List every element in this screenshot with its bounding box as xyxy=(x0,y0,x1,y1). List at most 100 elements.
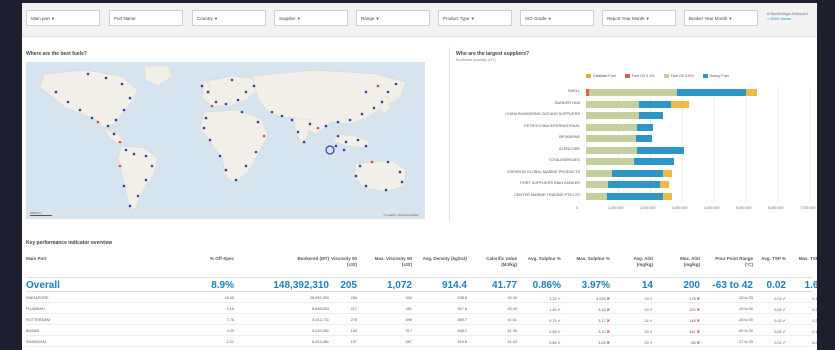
filter-country[interactable]: Country ▼ xyxy=(192,10,266,26)
column-header[interactable]: Avg. TSP % xyxy=(756,256,786,262)
port-marker[interactable] xyxy=(124,148,128,152)
bar-segment[interactable] xyxy=(611,169,663,177)
port-marker[interactable] xyxy=(128,96,132,100)
filter-main-port[interactable]: Main port ▼ xyxy=(26,10,100,26)
table-row[interactable]: BUSAN 4.09 8,110,081 184 917 948.1 41.35 0.69 ✔… xyxy=(26,326,817,336)
port-marker[interactable] xyxy=(128,204,132,208)
table-row[interactable]: SINGAPORE 18.45 28,993,390 284 934 938.8 40.40… xyxy=(26,293,817,303)
bar-segment[interactable] xyxy=(637,146,684,154)
port-marker[interactable] xyxy=(364,90,368,94)
bar-segment[interactable] xyxy=(659,181,669,189)
port-marker[interactable] xyxy=(336,134,340,138)
port-marker[interactable] xyxy=(364,144,368,148)
port-marker[interactable] xyxy=(370,160,374,164)
port-marker[interactable] xyxy=(280,114,284,118)
port-marker[interactable] xyxy=(358,164,362,168)
port-marker[interactable] xyxy=(104,76,108,80)
port-marker[interactable] xyxy=(240,110,244,114)
port-marker[interactable] xyxy=(356,138,360,142)
bar-segment[interactable] xyxy=(670,100,690,108)
bar-segment[interactable] xyxy=(586,123,638,131)
port-marker[interactable] xyxy=(376,84,380,88)
port-marker[interactable] xyxy=(234,178,238,182)
port-marker[interactable] xyxy=(400,180,404,184)
bar-segment[interactable] xyxy=(606,192,663,200)
port-marker[interactable] xyxy=(244,90,248,94)
column-header[interactable]: Max. TSP % xyxy=(798,256,817,262)
port-marker[interactable] xyxy=(290,118,294,122)
kpi-overall-row[interactable]: Overall 8.9% 148,392,310 205 1,072 914.4 41.77… xyxy=(26,279,817,292)
port-marker[interactable] xyxy=(336,120,340,124)
filter-report-year-month[interactable]: Report Year Month ▼ xyxy=(602,10,676,26)
filter-supplier[interactable]: Supplier ▼ xyxy=(274,10,348,26)
column-header[interactable]: Avg. Sulphur % xyxy=(523,256,561,262)
bar-segment[interactable] xyxy=(638,112,663,120)
bar-segment[interactable] xyxy=(586,192,607,200)
port-marker[interactable] xyxy=(206,90,210,94)
port-marker[interactable] xyxy=(210,104,214,108)
port-marker[interactable] xyxy=(224,168,228,172)
filter-port-name[interactable]: Port Name xyxy=(109,10,183,26)
port-marker[interactable] xyxy=(136,194,140,198)
port-marker[interactable] xyxy=(106,124,110,128)
column-header[interactable]: Max. Sulphur % xyxy=(572,256,610,262)
port-marker[interactable] xyxy=(348,118,352,122)
port-marker[interactable] xyxy=(354,174,358,178)
port-marker[interactable] xyxy=(342,148,346,152)
bar-segment[interactable] xyxy=(586,169,612,177)
world-map[interactable]: 2000 km © Leaflet | OpenStreetMap xyxy=(26,62,425,219)
port-marker[interactable] xyxy=(386,90,390,94)
column-header[interactable]: Calorific value (MJ/kg) xyxy=(473,256,517,268)
column-header[interactable]: Max. AlSi (mg/kg) xyxy=(664,256,700,268)
port-marker[interactable] xyxy=(122,108,126,112)
port-marker[interactable] xyxy=(114,118,118,122)
bar-segment[interactable] xyxy=(662,169,673,177)
column-header[interactable]: Max. Viscosity 50 (cSt) xyxy=(366,256,412,268)
column-header[interactable]: Main Port xyxy=(26,256,126,262)
port-marker[interactable] xyxy=(112,132,116,136)
port-marker[interactable] xyxy=(270,110,274,114)
port-marker[interactable] xyxy=(78,108,82,112)
port-marker[interactable] xyxy=(302,140,306,144)
port-marker[interactable] xyxy=(252,84,256,88)
bar-segment[interactable] xyxy=(586,158,634,166)
bar-segment[interactable] xyxy=(677,89,746,97)
bar-segment[interactable] xyxy=(586,135,636,143)
bar-segment[interactable] xyxy=(586,112,639,120)
column-header[interactable]: Viscosity 50 (cSt) xyxy=(321,256,357,268)
bar-segment[interactable] xyxy=(586,181,609,189)
port-marker[interactable] xyxy=(218,154,222,158)
port-marker[interactable] xyxy=(372,106,376,110)
port-marker[interactable] xyxy=(90,116,94,120)
column-header[interactable]: Pour Point Range (°C) xyxy=(711,256,753,268)
bar-segment[interactable] xyxy=(635,135,652,143)
port-marker[interactable] xyxy=(334,144,338,148)
column-header[interactable]: Avg. AlSi (mg/kg) xyxy=(619,256,653,268)
port-marker[interactable] xyxy=(296,130,300,134)
port-marker[interactable] xyxy=(118,140,122,144)
column-header[interactable]: Avg. Density (kg/m3) xyxy=(421,256,467,262)
filter-iso-grade[interactable]: ISO Grade ▼ xyxy=(520,10,594,26)
port-marker[interactable] xyxy=(384,188,388,192)
bar-segment[interactable] xyxy=(638,100,671,108)
port-marker[interactable] xyxy=(360,112,364,116)
port-marker[interactable] xyxy=(144,178,148,182)
column-header[interactable]: % Off-Spec xyxy=(196,256,234,262)
table-row[interactable]: SHANGHAI 2.21 6,422,481 197 887 919.8 41.03 0.6… xyxy=(26,337,817,347)
table-row[interactable]: ROTTERDAM 7.76 8,312,711 278 896 889.7 41.61 0.… xyxy=(26,315,817,325)
port-marker[interactable] xyxy=(344,140,348,144)
table-row[interactable]: FUJAIRAH 2.16 8,898,653 217 451 927.8 40.49 1.4… xyxy=(26,304,817,314)
port-marker[interactable] xyxy=(204,116,208,120)
port-marker[interactable] xyxy=(200,84,204,88)
bar-segment[interactable] xyxy=(589,89,678,97)
port-marker[interactable] xyxy=(380,100,384,104)
port-marker[interactable] xyxy=(202,126,206,130)
bar-segment[interactable] xyxy=(634,158,674,166)
bar-segment[interactable] xyxy=(586,146,638,154)
port-marker[interactable] xyxy=(214,100,218,104)
port-marker[interactable] xyxy=(244,164,248,168)
port-marker[interactable] xyxy=(236,98,240,102)
port-marker[interactable] xyxy=(96,120,100,124)
port-marker[interactable] xyxy=(324,124,328,128)
port-marker[interactable] xyxy=(86,72,90,76)
